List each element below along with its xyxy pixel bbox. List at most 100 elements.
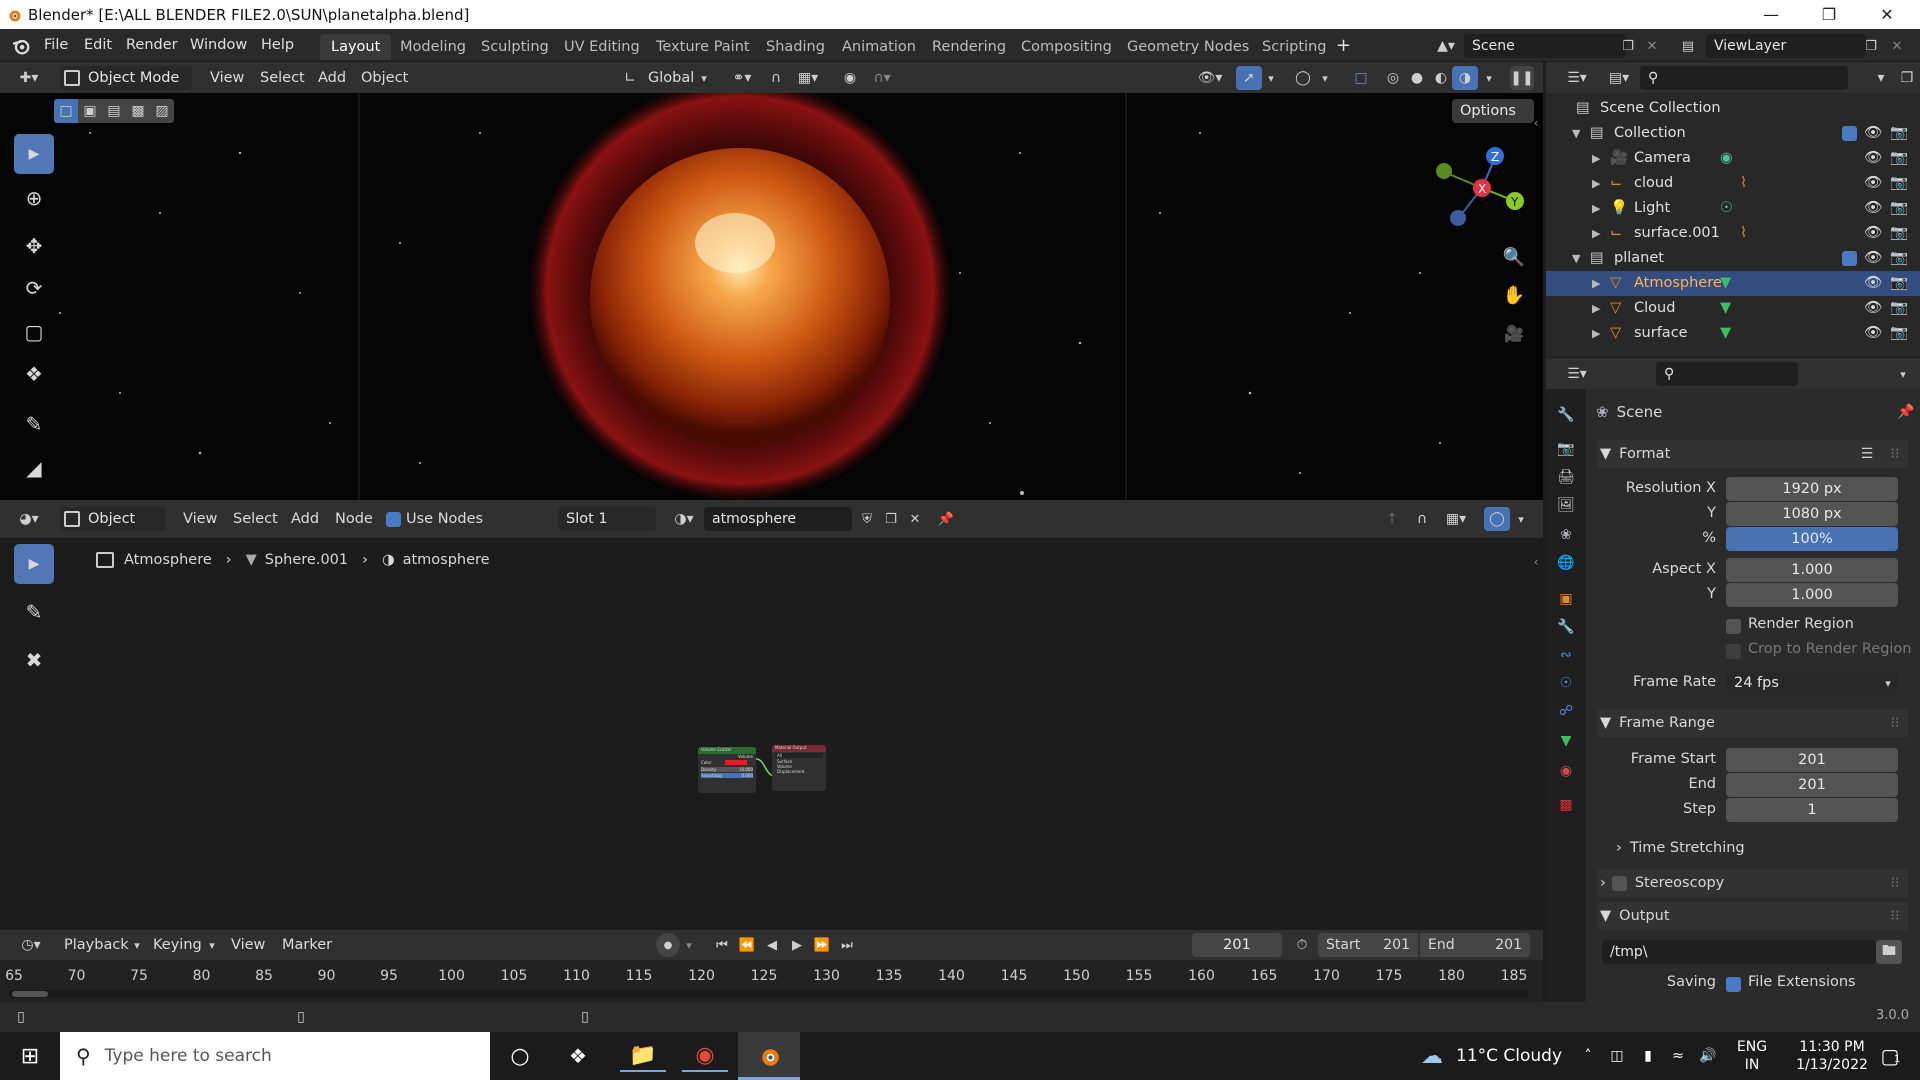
duplicate-material-icon[interactable]: ❐ xyxy=(879,507,903,531)
blender-menu-icon[interactable] xyxy=(12,37,30,55)
gizmo-chevron-icon[interactable]: ▾ xyxy=(1262,66,1280,90)
properties-editor-type-icon[interactable]: ☰▾ xyxy=(1560,363,1594,385)
menu-window[interactable]: Window xyxy=(190,29,247,62)
expand-right-icon[interactable]: ▶ xyxy=(1592,221,1600,246)
render-tab-icon[interactable]: 📷 xyxy=(1554,437,1578,461)
overlays-icon[interactable]: ◯ xyxy=(1290,66,1316,90)
particles-tab-icon[interactable]: ∾ xyxy=(1554,643,1578,667)
pin-icon[interactable]: 📌 xyxy=(934,507,958,531)
pause-render-icon[interactable]: ❚❚ xyxy=(1510,66,1534,90)
display-mode-icon[interactable]: ▤▾ xyxy=(1602,67,1636,89)
material-browse-icon[interactable]: ◑▾ xyxy=(666,507,702,531)
scene-name-field[interactable]: Scene xyxy=(1464,34,1626,58)
tab-shading[interactable]: Shading xyxy=(755,34,836,60)
aspect-y-field[interactable]: 1.000 xyxy=(1726,583,1898,607)
light-data-icon[interactable]: ☉ xyxy=(1720,196,1733,221)
proportional-edit-icon[interactable]: ◉ xyxy=(838,66,862,90)
tool-tab-icon[interactable]: 🔧 xyxy=(1554,403,1578,427)
end-frame-field[interactable]: End 201 xyxy=(1420,933,1530,957)
tab-uv-editing[interactable]: UV Editing xyxy=(553,34,651,60)
physics-tab-icon[interactable]: ☉ xyxy=(1554,671,1578,695)
use-nodes-checkbox[interactable] xyxy=(386,512,401,527)
viewport-menu-add[interactable]: Add xyxy=(318,66,346,90)
select-box-tool-icon[interactable]: ▶ xyxy=(14,134,54,174)
select-invert-icon[interactable]: ▩ xyxy=(126,99,150,123)
material-output-node[interactable]: Material Output All Surface Volume Displ… xyxy=(772,745,826,791)
navigation-gizmo[interactable]: Z Y X xyxy=(1420,138,1530,248)
tab-layout[interactable]: Layout xyxy=(320,34,392,60)
shading-chevron-icon[interactable]: ▾ xyxy=(1480,66,1498,90)
drag-handle-icon[interactable]: ⁝⁝ xyxy=(1884,442,1906,466)
task-view-icon[interactable]: ❖ xyxy=(558,1040,598,1072)
tab-texture-paint[interactable]: Texture Paint xyxy=(645,34,761,60)
node-menu-select[interactable]: Select xyxy=(233,507,278,531)
output-target-dropdown[interactable]: All xyxy=(775,753,823,758)
blender-taskbar-button[interactable] xyxy=(738,1032,800,1080)
expand-right-icon[interactable]: ▶ xyxy=(1592,171,1600,196)
viewport-menu-select[interactable]: Select xyxy=(260,66,305,90)
mesh-data-icon[interactable]: ▼ xyxy=(1720,296,1731,321)
weather-text[interactable]: 11°C Cloudy xyxy=(1456,1046,1562,1066)
timeline[interactable]: ◷▾ Playback ▾ Keying ▾ View Marker ● ▾ ⏮… xyxy=(0,930,1543,1002)
minimize-icon[interactable]: — xyxy=(1742,0,1800,29)
weather-cloud-icon[interactable]: ☁ xyxy=(1416,1042,1448,1070)
tab-rendering[interactable]: Rendering xyxy=(921,34,1017,60)
node-overlays-icon[interactable]: ◯ xyxy=(1484,507,1510,531)
aspect-x-field[interactable]: 1.000 xyxy=(1726,558,1898,582)
play-reverse-icon[interactable]: ◀ xyxy=(760,933,784,957)
tab-geometry-nodes[interactable]: Geometry Nodes xyxy=(1116,34,1260,60)
collection-exclude-checkbox[interactable] xyxy=(1842,251,1857,266)
node-select-tool-icon[interactable]: ▶ xyxy=(14,544,54,584)
cursor-tool-icon[interactable]: ⊕ xyxy=(14,178,54,218)
move-tool-icon[interactable]: ✥ xyxy=(14,226,54,266)
outliner-search-input[interactable]: ⚲ xyxy=(1640,66,1848,90)
render-camera-icon[interactable]: 📷 xyxy=(1890,121,1908,146)
outliner-item-atmosphere[interactable]: ▶ ▽ Atmosphere ▼ 👁 📷 xyxy=(1546,271,1920,296)
measure-tool-icon[interactable]: ◢ xyxy=(14,448,54,488)
resolution-y-field[interactable]: 1080 px xyxy=(1726,502,1898,526)
volume-icon[interactable]: 🔊 xyxy=(1696,1044,1720,1068)
tab-animation[interactable]: Animation xyxy=(831,34,927,60)
viewport-menu-view[interactable]: View xyxy=(210,66,244,90)
drag-handle-icon[interactable]: ⁝⁝ xyxy=(1884,904,1906,928)
file-explorer-icon[interactable]: 📁 xyxy=(620,1040,666,1072)
outliner-editor-type-icon[interactable]: ☰▾ xyxy=(1560,67,1594,89)
properties-options-chevron-icon[interactable]: ▾ xyxy=(1892,363,1914,385)
notifications-icon[interactable]: ▢ xyxy=(1870,1042,1910,1070)
pivot-point-icon[interactable]: ⚭▾ xyxy=(724,66,760,90)
select-extend-icon[interactable]: ▣ xyxy=(78,99,102,123)
unlink-material-icon[interactable]: ✕ xyxy=(903,507,927,531)
node-editor-type-icon[interactable]: ◕▾ xyxy=(10,507,48,531)
eye-icon[interactable]: 👁 xyxy=(1864,246,1882,271)
shading-wireframe-icon[interactable]: ◎ xyxy=(1380,66,1406,90)
frame-end-field[interactable]: 201 xyxy=(1726,773,1898,797)
use-preview-range-icon[interactable]: ⏱ xyxy=(1290,933,1314,957)
eye-icon[interactable]: 👁 xyxy=(1864,321,1882,346)
options-dropdown[interactable]: Options xyxy=(1452,99,1534,123)
delete-view-layer-icon[interactable]: ✕ xyxy=(1886,35,1908,57)
language-indicator[interactable]: ENG IN xyxy=(1734,1038,1770,1074)
transform-tool-icon[interactable]: ❖ xyxy=(14,354,54,394)
cortana-icon[interactable]: ○ xyxy=(500,1040,540,1072)
snap-magnet-icon[interactable]: ∩ xyxy=(764,66,788,90)
modifiers-tab-icon[interactable]: 🔧 xyxy=(1554,615,1578,639)
render-camera-icon[interactable]: 📷 xyxy=(1890,221,1908,246)
resolution-x-field[interactable]: 1920 px xyxy=(1726,477,1898,501)
density-value[interactable]: 10.000 xyxy=(739,767,753,772)
timeline-scrollbar[interactable] xyxy=(8,990,1528,998)
view-layer-field[interactable]: ViewLayer xyxy=(1706,34,1866,58)
time-stretching-subpanel[interactable]: › Time Stretching xyxy=(1616,836,1745,860)
properties-search-input[interactable]: ⚲ xyxy=(1656,362,1798,386)
3d-viewport[interactable]: Z Y X 🔍 ✋ 🎥 ‹ xyxy=(0,93,1543,500)
parent-node-tree-icon[interactable]: ↑ xyxy=(1380,507,1404,531)
menu-help[interactable]: Help xyxy=(261,29,294,62)
timeline-menu-keying[interactable]: Keying xyxy=(153,933,202,957)
frame-start-field[interactable]: 201 xyxy=(1726,748,1898,772)
gizmo-toggle-icon[interactable]: ➚ xyxy=(1236,66,1262,90)
zoom-icon[interactable]: 🔍 xyxy=(1500,243,1528,271)
node-menu-view[interactable]: View xyxy=(183,507,217,531)
windows-start-icon[interactable]: ⊞ xyxy=(10,1040,50,1072)
expand-right-icon[interactable]: ▶ xyxy=(1592,321,1600,346)
pan-hand-icon[interactable]: ✋ xyxy=(1500,281,1528,309)
view-layer-tab-icon[interactable]: 🖼 xyxy=(1554,493,1578,517)
